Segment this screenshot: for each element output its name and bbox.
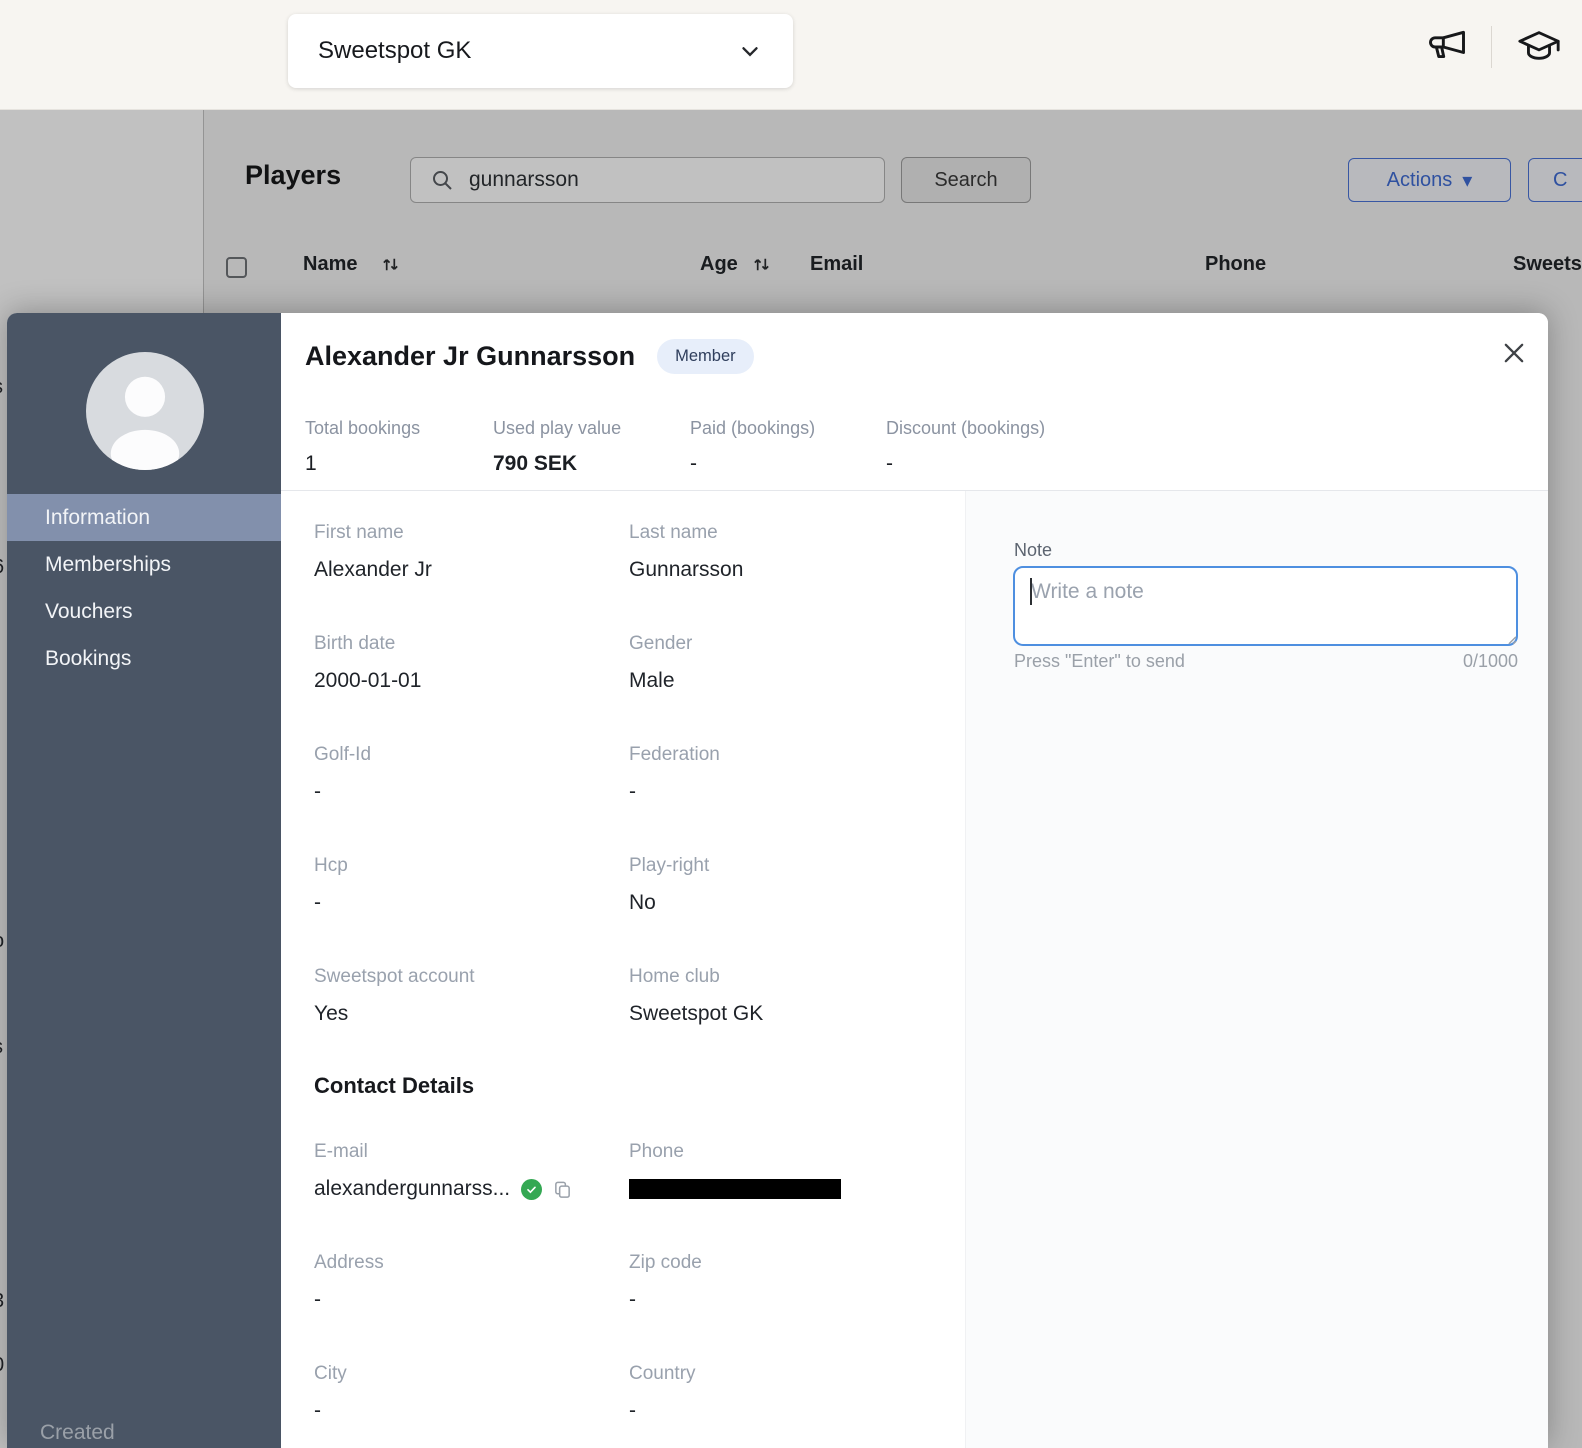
sidebar-footer-fragment: Created bbox=[40, 1421, 115, 1445]
stat-value: 1 bbox=[305, 452, 420, 476]
field-value: - bbox=[314, 891, 348, 915]
field-value: Yes bbox=[314, 1002, 475, 1026]
note-label: Note bbox=[1014, 540, 1052, 561]
verified-check-icon bbox=[521, 1179, 542, 1200]
divider bbox=[1491, 26, 1492, 68]
field-home-club: Home club Sweetspot GK bbox=[629, 966, 763, 1026]
field-value: Alexander Jr bbox=[314, 558, 432, 582]
field-address: Address - bbox=[314, 1252, 384, 1312]
academy-button[interactable] bbox=[1514, 24, 1564, 70]
stat-value: - bbox=[690, 452, 815, 476]
field-email: E-mail alexandergunnarss... bbox=[314, 1141, 572, 1201]
contact-details-heading: Contact Details bbox=[314, 1073, 474, 1099]
field-value: - bbox=[314, 780, 371, 804]
player-name: Alexander Jr Gunnarsson bbox=[305, 341, 635, 372]
field-sweetspot-account: Sweetspot account Yes bbox=[314, 966, 475, 1026]
graduation-cap-icon bbox=[1514, 24, 1564, 70]
stat-label: Total bookings bbox=[305, 418, 420, 439]
drawer-nav: Information Memberships Vouchers Booking… bbox=[7, 494, 281, 682]
field-label: Sweetspot account bbox=[314, 966, 475, 988]
field-label: E-mail bbox=[314, 1141, 572, 1163]
field-zip-code: Zip code - bbox=[629, 1252, 702, 1312]
chevron-down-icon bbox=[737, 38, 763, 64]
field-label: Address bbox=[314, 1252, 384, 1274]
field-label: Home club bbox=[629, 966, 763, 988]
stat-label: Paid (bookings) bbox=[690, 418, 815, 439]
field-label: Last name bbox=[629, 522, 743, 544]
nav-item-vouchers[interactable]: Vouchers bbox=[7, 588, 281, 635]
close-button[interactable] bbox=[1498, 337, 1530, 369]
field-value: - bbox=[314, 1288, 384, 1312]
stat-used-play-value: Used play value 790 SEK bbox=[493, 418, 621, 476]
stat-paid-bookings: Paid (bookings) - bbox=[690, 418, 815, 476]
stat-discount-bookings: Discount (bookings) - bbox=[886, 418, 1045, 476]
field-birth-date: Birth date 2000-01-01 bbox=[314, 633, 421, 693]
field-label: City bbox=[314, 1363, 347, 1385]
field-play-right: Play-right No bbox=[629, 855, 709, 915]
field-value: 2000-01-01 bbox=[314, 669, 421, 693]
drawer-main: Alexander Jr Gunnarsson Member Total boo… bbox=[281, 313, 1548, 1448]
nav-item-bookings[interactable]: Bookings bbox=[7, 635, 281, 682]
field-gender: Gender Male bbox=[629, 633, 692, 693]
field-value: - bbox=[629, 780, 720, 804]
field-value: - bbox=[629, 1399, 696, 1423]
phone-redacted-value bbox=[629, 1179, 841, 1199]
player-details-drawer: Information Memberships Vouchers Booking… bbox=[7, 313, 1548, 1448]
note-input[interactable] bbox=[1013, 566, 1518, 646]
nav-item-memberships[interactable]: Memberships bbox=[7, 541, 281, 588]
drawer-sidebar: Information Memberships Vouchers Booking… bbox=[7, 313, 281, 1448]
avatar bbox=[86, 352, 204, 470]
person-icon bbox=[86, 352, 204, 470]
stat-value: - bbox=[886, 452, 1045, 476]
topbar: Sweetspot GK bbox=[0, 0, 1582, 110]
copy-icon[interactable] bbox=[553, 1180, 572, 1199]
field-value: - bbox=[629, 1288, 702, 1312]
field-federation: Federation - bbox=[629, 744, 720, 804]
member-badge: Member bbox=[657, 339, 754, 374]
club-selector-dropdown[interactable]: Sweetspot GK bbox=[288, 14, 793, 88]
field-phone: Phone bbox=[629, 1141, 841, 1199]
field-label: Zip code bbox=[629, 1252, 702, 1274]
field-label: Federation bbox=[629, 744, 720, 766]
field-value: No bbox=[629, 891, 709, 915]
note-char-counter: 0/1000 bbox=[1463, 651, 1518, 672]
stat-label: Discount (bookings) bbox=[886, 418, 1045, 439]
stat-label: Used play value bbox=[493, 418, 621, 439]
nav-item-information[interactable]: Information bbox=[7, 494, 281, 541]
field-golf-id: Golf-Id - bbox=[314, 744, 371, 804]
stat-value: 790 SEK bbox=[493, 452, 621, 476]
megaphone-icon bbox=[1425, 25, 1469, 69]
field-label: Hcp bbox=[314, 855, 348, 877]
field-label: First name bbox=[314, 522, 432, 544]
announcements-button[interactable] bbox=[1425, 25, 1469, 69]
note-panel: Note Press "Enter" to send 0/1000 bbox=[965, 491, 1548, 1448]
club-selector-value: Sweetspot GK bbox=[318, 37, 737, 65]
note-hint: Press "Enter" to send bbox=[1014, 651, 1185, 672]
field-first-name: First name Alexander Jr bbox=[314, 522, 432, 582]
field-value: - bbox=[314, 1399, 347, 1423]
field-label: Golf-Id bbox=[314, 744, 371, 766]
field-label: Play-right bbox=[629, 855, 709, 877]
field-value: Sweetspot GK bbox=[629, 1002, 763, 1026]
field-label: Birth date bbox=[314, 633, 421, 655]
field-label: Gender bbox=[629, 633, 692, 655]
field-city: City - bbox=[314, 1363, 347, 1423]
field-label: Country bbox=[629, 1363, 696, 1385]
email-value: alexandergunnarss... bbox=[314, 1177, 510, 1201]
field-country: Country - bbox=[629, 1363, 696, 1423]
field-last-name: Last name Gunnarsson bbox=[629, 522, 743, 582]
field-value: Gunnarsson bbox=[629, 558, 743, 582]
stat-total-bookings: Total bookings 1 bbox=[305, 418, 420, 476]
field-value: Male bbox=[629, 669, 692, 693]
close-icon bbox=[1500, 339, 1528, 367]
field-hcp: Hcp - bbox=[314, 855, 348, 915]
field-label: Phone bbox=[629, 1141, 841, 1163]
